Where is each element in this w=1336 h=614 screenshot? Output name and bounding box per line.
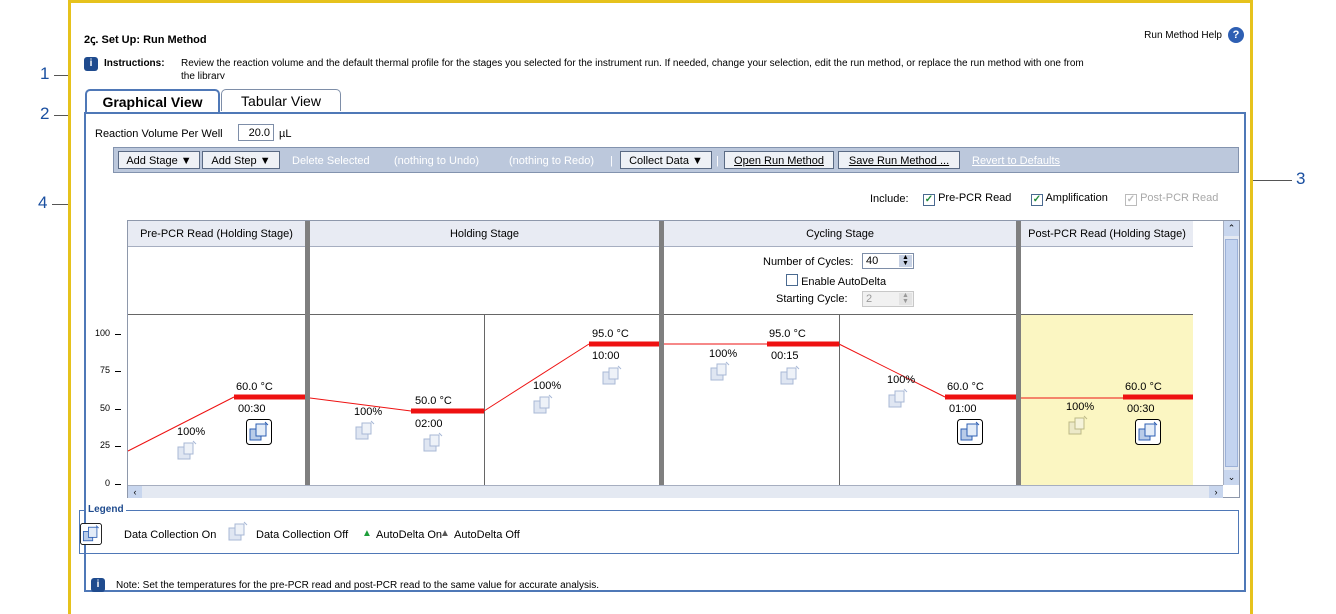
- step-temp[interactable]: 95.0 °C: [769, 328, 806, 340]
- scroll-right-button[interactable]: ›: [1209, 486, 1223, 498]
- note-text: Note: Set the temperatures for the pre-P…: [116, 580, 600, 591]
- autodelta-on-icon: ▲: [362, 528, 372, 539]
- step-time[interactable]: 00:15: [771, 350, 799, 362]
- step-temp[interactable]: 50.0 °C: [415, 395, 452, 407]
- horizontal-scrollbar[interactable]: ‹ ›: [128, 485, 1223, 498]
- step-time[interactable]: 10:00: [592, 350, 620, 362]
- ramp-rate[interactable]: 100%: [177, 426, 205, 438]
- step-temp[interactable]: 60.0 °C: [236, 381, 273, 393]
- data-collection-off-icon[interactable]: [355, 420, 377, 442]
- vertical-scrollbar[interactable]: ⌃ ⌄: [1223, 221, 1239, 485]
- ramp-rate[interactable]: 100%: [709, 348, 737, 360]
- data-collection-off-icon[interactable]: [780, 365, 802, 387]
- data-collection-off-icon: [228, 521, 248, 541]
- step-temp[interactable]: 60.0 °C: [1125, 381, 1162, 393]
- scroll-thumb[interactable]: [1225, 239, 1238, 467]
- scroll-left-button[interactable]: ‹: [128, 486, 142, 498]
- legend-title: Legend: [86, 504, 126, 515]
- data-collection-on-icon[interactable]: [246, 419, 272, 445]
- data-collection-off-icon[interactable]: [423, 432, 445, 454]
- ramp-rate[interactable]: 100%: [354, 406, 382, 418]
- data-collection-off-icon[interactable]: [888, 388, 910, 410]
- legend-dc-off: Data Collection Off: [256, 529, 349, 541]
- data-collection-off-icon[interactable]: [602, 365, 624, 387]
- step-time[interactable]: 00:30: [1127, 403, 1155, 415]
- legend-box: [79, 510, 1239, 554]
- data-collection-on-icon[interactable]: [957, 419, 983, 445]
- scroll-down-button[interactable]: ⌄: [1224, 470, 1239, 485]
- note-info-icon: i: [91, 578, 105, 592]
- step-temp[interactable]: 95.0 °C: [592, 328, 629, 340]
- data-collection-off-icon[interactable]: [710, 361, 732, 383]
- legend-dc-on: Data Collection On: [124, 529, 217, 541]
- legend-ad-on: AutoDelta On: [376, 529, 443, 541]
- data-collection-off-icon[interactable]: [177, 440, 199, 462]
- step-time[interactable]: 00:30: [238, 403, 266, 415]
- data-collection-on-icon: [80, 523, 102, 545]
- step-time[interactable]: 02:00: [415, 418, 443, 430]
- data-collection-off-icon[interactable]: [1068, 415, 1090, 437]
- data-collection-off-icon[interactable]: [533, 394, 555, 416]
- ramp-rate[interactable]: 100%: [533, 380, 561, 392]
- scroll-up-button[interactable]: ⌃: [1224, 221, 1239, 236]
- ramp-rate[interactable]: 100%: [887, 374, 915, 386]
- legend-ad-off: AutoDelta Off: [454, 529, 520, 541]
- step-temp[interactable]: 60.0 °C: [947, 381, 984, 393]
- data-collection-on-icon[interactable]: [1135, 419, 1161, 445]
- step-time[interactable]: 01:00: [949, 403, 977, 415]
- ramp-rate[interactable]: 100%: [1066, 401, 1094, 413]
- autodelta-off-icon: ▲: [440, 528, 450, 539]
